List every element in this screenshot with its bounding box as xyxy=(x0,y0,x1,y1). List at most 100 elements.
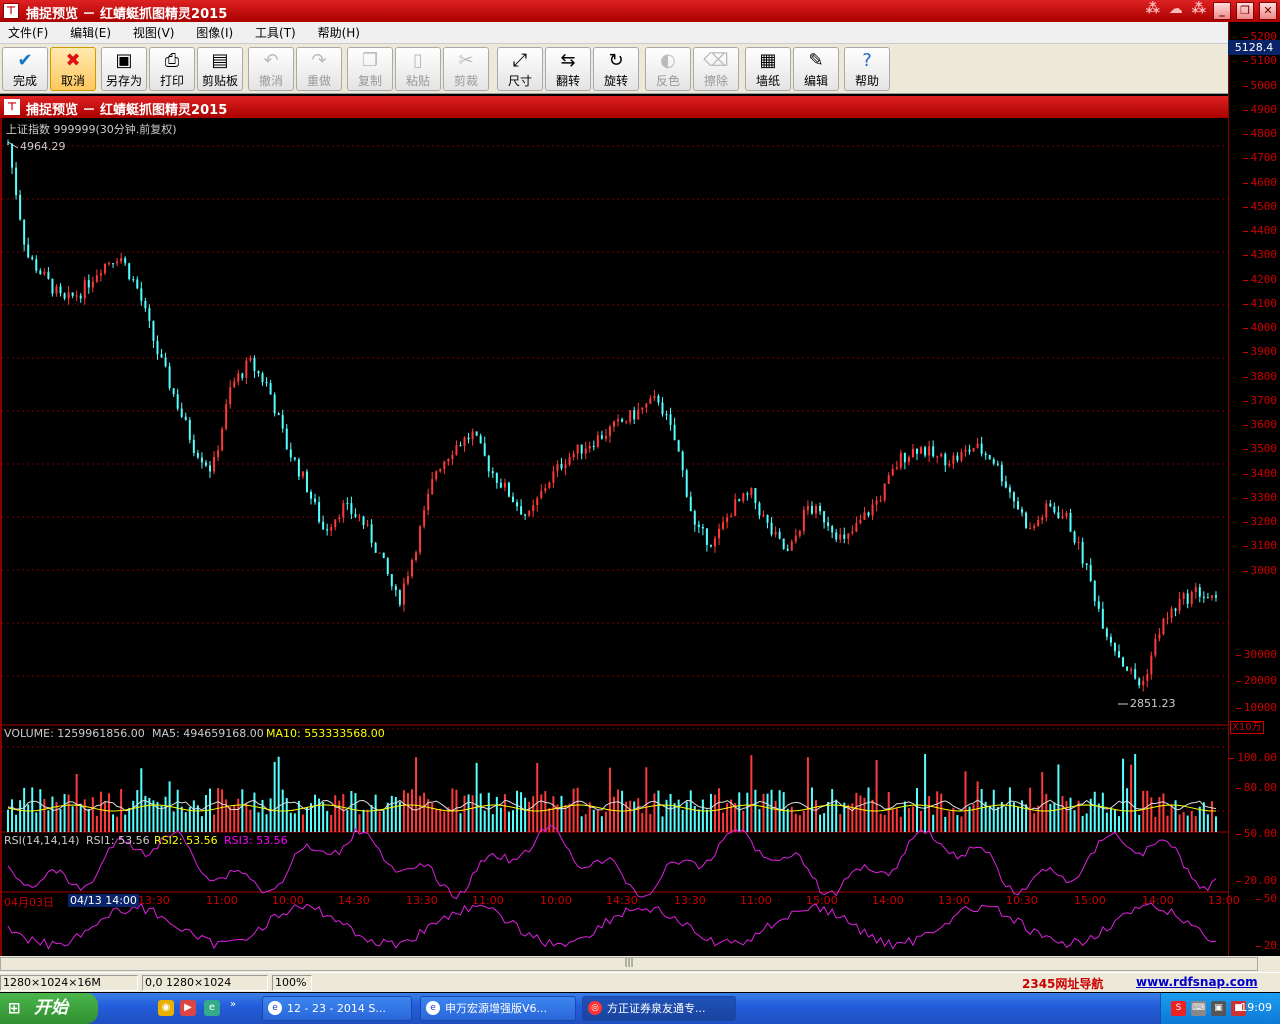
candle-body xyxy=(996,463,999,465)
volume-bar xyxy=(786,808,789,832)
toolbar-button-paste[interactable]: ▯ 粘贴 xyxy=(395,47,441,91)
candle-body xyxy=(576,444,579,454)
toolbar-button-undo[interactable]: ↶ 撤消 xyxy=(248,47,294,91)
ime-s-icon[interactable]: S xyxy=(1171,1001,1186,1016)
candle-body xyxy=(572,453,575,458)
toolbar-button-clipboard[interactable]: ▤ 剪贴板 xyxy=(197,47,243,91)
candle-body xyxy=(1198,587,1201,597)
check-icon: ✔ xyxy=(17,50,33,71)
candle-body xyxy=(859,519,862,524)
volume-bar xyxy=(160,805,163,832)
volume-bar xyxy=(172,811,175,832)
candle-body xyxy=(132,279,135,281)
menu-image[interactable]: 图像(I) xyxy=(196,22,233,44)
volume-bar xyxy=(774,800,777,832)
toolbar-button-rotate[interactable]: ↻ 旋转 xyxy=(593,47,639,91)
toolbar-button-resize[interactable]: ⤢ 尺寸 xyxy=(497,47,543,91)
candle-body xyxy=(140,288,143,301)
volume-bar xyxy=(1162,793,1165,832)
toolbar-button-crop[interactable]: ✂ 剪裁 xyxy=(443,47,489,91)
toolbar-button-help[interactable]: ? 帮助 xyxy=(844,47,890,91)
close-button[interactable]: ✕ xyxy=(1259,2,1277,20)
volume-bar xyxy=(1154,816,1157,832)
candle-body xyxy=(621,419,624,422)
minimize-button[interactable]: _ xyxy=(1213,2,1231,20)
candle-body xyxy=(1138,678,1141,686)
toolbar-button-flip[interactable]: ⇆ 翻转 xyxy=(545,47,591,91)
candle-body xyxy=(709,544,712,547)
volume-bar xyxy=(47,810,50,832)
candle-body xyxy=(1122,657,1125,667)
candle-body xyxy=(1045,503,1048,518)
nav-link[interactable]: 2345网址导航 xyxy=(1022,975,1103,992)
toolbar-button-cancel[interactable]: ✖ 取消 xyxy=(50,47,96,91)
toolbar-button-invert[interactable]: ◐ 反色 xyxy=(645,47,691,91)
window-title-bar[interactable]: ⊤ 捕捉预览 － 红蜻蜓抓图精灵2015 ⁂ ☁ ⁂ _ ❐ ✕ xyxy=(0,0,1280,22)
toolbar-button-redo[interactable]: ↷ 重做 xyxy=(296,47,342,91)
candle-body xyxy=(487,455,490,472)
volume-bar xyxy=(746,792,749,832)
toolbar-button-wallpaper[interactable]: ▦ 墙纸 xyxy=(745,47,791,91)
volume-bar xyxy=(762,793,765,832)
candle-body xyxy=(269,383,272,395)
toolbar-button-eraser[interactable]: ⌫ 擦除 xyxy=(693,47,739,91)
toolbar-button-copy[interactable]: ❐ 复制 xyxy=(347,47,393,91)
menu-view[interactable]: 视图(V) xyxy=(133,22,175,44)
volume-bar xyxy=(633,801,636,832)
candle-body xyxy=(823,511,826,523)
volume-bar xyxy=(83,799,86,832)
volume-bar xyxy=(681,809,684,832)
menu-help[interactable]: 帮助(H) xyxy=(318,22,360,44)
quicklaunch-media-icon[interactable]: ▶ xyxy=(180,1000,196,1016)
volume-bar xyxy=(11,799,14,832)
candle-body xyxy=(1081,541,1084,564)
volume-bar xyxy=(217,788,220,832)
volume-label: VOLUME: 1259961856.00 xyxy=(4,727,145,740)
volume-bar xyxy=(1170,805,1173,832)
volume-bar xyxy=(754,789,757,832)
quicklaunch-ie-icon[interactable]: ◉ xyxy=(158,1000,174,1016)
preview-title-bar[interactable]: ⊤ 捕捉预览 － 红蜻蜓抓图精灵2015 xyxy=(0,96,1228,118)
menu-file[interactable]: 文件(F) xyxy=(8,22,48,44)
volume-bar xyxy=(184,812,187,832)
site-link[interactable]: www.rdfsnap.com xyxy=(1136,975,1258,989)
toolbar-button-check[interactable]: ✔ 完成 xyxy=(2,47,48,91)
app-icon[interactable]: ⊤ xyxy=(3,3,19,19)
menu-tools[interactable]: 工具(T) xyxy=(255,22,296,44)
toolbar-button-print[interactable]: ⎙ 打印 xyxy=(149,47,195,91)
candle-body xyxy=(289,449,292,458)
taskbar-item-1[interactable]: e 12 - 23 - 2014 S... xyxy=(262,996,412,1021)
candle-body xyxy=(1194,587,1197,593)
scroll-thumb[interactable]: ||| xyxy=(0,957,1258,971)
candle-body xyxy=(617,419,620,422)
taskbar-item-2[interactable]: e 申万宏源增强版V6... xyxy=(420,996,576,1021)
volume-bar xyxy=(831,789,834,832)
toolbar-button-edit[interactable]: ✎ 编辑 xyxy=(793,47,839,91)
candle-body xyxy=(213,456,216,472)
monitor-icon[interactable]: ▣ xyxy=(1211,1001,1226,1016)
start-button[interactable]: ⊞ 开始 xyxy=(0,993,98,1024)
quicklaunch-more-icon[interactable]: » xyxy=(228,997,238,1013)
menu-edit[interactable]: 编辑(E) xyxy=(70,22,111,44)
volume-bar xyxy=(1126,788,1129,832)
rsi-tick: 50.00 xyxy=(1235,827,1277,840)
candle-body xyxy=(924,447,927,456)
candle-body xyxy=(483,443,486,456)
candle-body xyxy=(7,143,9,145)
toolbar-button-save-as[interactable]: ▣ 另存为 xyxy=(101,47,147,91)
candle-body xyxy=(249,357,252,361)
taskbar-item-3[interactable]: ◎ 方正证券泉友通专... xyxy=(582,996,736,1021)
time-axis-label: 15:00 xyxy=(806,894,838,907)
price-tick: 4500 xyxy=(1242,199,1277,213)
candle-body xyxy=(229,387,232,405)
volume-bar xyxy=(936,791,939,832)
toolbar-button-label: 反色 xyxy=(655,74,680,88)
volume-bar xyxy=(758,809,761,832)
quicklaunch-desktop-icon[interactable]: e xyxy=(204,1000,220,1016)
candle-body xyxy=(1101,608,1104,629)
volume-bar xyxy=(891,809,894,832)
chart-area[interactable]: 上证指数 999999(30分钟.前复权) 4964.29 2851.23 VO… xyxy=(0,118,1240,960)
horizontal-scrollbar[interactable]: ||| xyxy=(0,956,1280,972)
maximize-button[interactable]: ❐ xyxy=(1236,2,1254,20)
keyboard-icon[interactable]: ⌨ xyxy=(1191,1001,1206,1016)
